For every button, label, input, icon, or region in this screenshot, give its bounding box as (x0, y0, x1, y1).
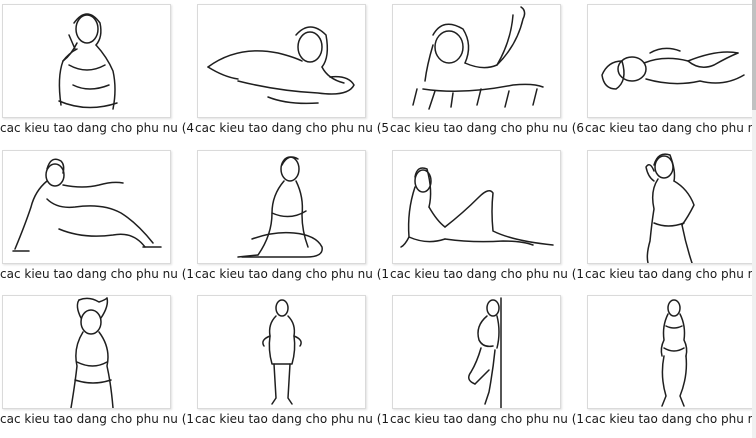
file-name-label: cac kieu tao dang cho phu nu (5) (195, 121, 390, 135)
scrollbar-thumb[interactable] (752, 0, 756, 110)
figure-lying-feet-up-icon (392, 4, 561, 118)
figure-reclining-on-elbow-icon (392, 150, 561, 264)
figure-standing-dress-icon (197, 295, 366, 409)
file-name-label: cac kieu tao dang cho phu nu (11) (195, 267, 390, 281)
file-tile[interactable]: cac kieu tao dang cho phu nu (12) (390, 146, 585, 291)
file-name-label: cac kieu tao dang cho phu nu (17) (195, 412, 390, 426)
file-name-label: cac kieu tao dang cho phu nu (10) (0, 267, 195, 281)
file-tile[interactable]: cac kieu tao dang cho phu nu (11) (195, 146, 390, 291)
figure-lying-on-back-icon (587, 4, 756, 118)
file-tile[interactable]: cac kieu tao dang cho phu nu (7) (585, 0, 756, 145)
figure-standing-arms-raised-icon (2, 295, 171, 409)
file-name-label: cac kieu tao dang cho phu nu (4) (0, 121, 195, 135)
file-name-label: cac kieu tao dang cho phu nu (18) (390, 412, 585, 426)
vertical-scrollbar[interactable] (752, 0, 756, 438)
file-name-label: cac kieu tao dang cho phu nu (6) (390, 121, 585, 135)
file-tile[interactable]: cac kieu tao dang cho phu nu (18) (390, 291, 585, 436)
figure-seated-hands-on-face-icon (2, 4, 171, 118)
figure-standing-hand-on-hip-icon (587, 150, 756, 264)
file-name-label: cac kieu tao dang cho phu nu (12) (390, 267, 585, 281)
file-name-label: cac kieu tao dang cho phu nu (7) (585, 121, 756, 135)
file-name-label: cac kieu tao dang cho phu nu (19) (585, 412, 756, 426)
file-name-label: cac kieu tao dang cho phu nu (13) (585, 267, 756, 281)
file-tile[interactable]: cac kieu tao dang cho phu nu (16) (0, 291, 195, 436)
figure-lying-propped-on-arms-icon (197, 4, 366, 118)
file-tile[interactable]: cac kieu tao dang cho phu nu (5) (195, 0, 390, 145)
figure-standing-swimsuit-icon (587, 295, 756, 409)
file-name-label: cac kieu tao dang cho phu nu (16) (0, 412, 195, 426)
file-tile[interactable]: cac kieu tao dang cho phu nu (10) (0, 146, 195, 291)
file-tile[interactable]: cac kieu tao dang cho phu nu (19) (585, 291, 756, 436)
file-tile[interactable]: cac kieu tao dang cho phu nu (17) (195, 291, 390, 436)
figure-sitting-knees-up-icon (197, 150, 366, 264)
figure-leaning-on-wall-icon (392, 295, 561, 409)
file-grid: cac kieu tao dang cho phu nu (4) cac kie… (0, 0, 756, 438)
file-tile[interactable]: cac kieu tao dang cho phu nu (4) (0, 0, 195, 145)
figure-sitting-reclined-icon (2, 150, 171, 264)
file-tile[interactable]: cac kieu tao dang cho phu nu (6) (390, 0, 585, 145)
file-tile[interactable]: cac kieu tao dang cho phu nu (13) (585, 146, 756, 291)
